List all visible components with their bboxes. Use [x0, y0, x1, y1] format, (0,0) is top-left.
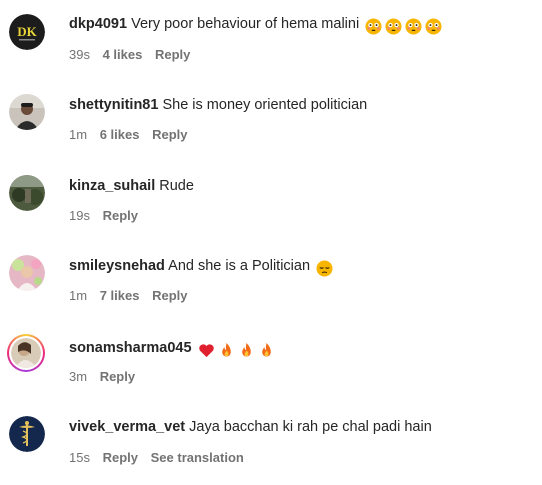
avatar-image: [9, 255, 45, 291]
avatar-image: [9, 94, 45, 130]
comment-item: sonamsharma045 3m Reply: [0, 322, 542, 402]
comment-time: 1m: [69, 127, 88, 142]
flushed-face-icon: [385, 18, 402, 35]
comment-text: She is money oriented politician: [162, 97, 368, 113]
avatar-story-ring[interactable]: [7, 334, 45, 372]
reply-button[interactable]: Reply: [155, 47, 190, 62]
comment-meta: 19s Reply: [69, 208, 147, 224]
avatar-image: [11, 338, 41, 368]
comment-username[interactable]: kinza_suhail: [69, 178, 155, 194]
comment-line: shettynitin81 She is money oriented poli…: [69, 96, 367, 114]
avatar[interactable]: [9, 94, 45, 130]
comment-line: vivek_verma_vet Jaya bacchan ki rah pe c…: [69, 418, 432, 436]
comment-item: smileysnehad And she is a Politician 1m …: [0, 241, 542, 321]
comment-likes[interactable]: 6 likes: [100, 127, 140, 142]
avatar-image: [9, 175, 45, 211]
fire-icon: [221, 342, 231, 357]
comment-text: Very poor behaviour of hema malini: [131, 16, 360, 32]
reply-button[interactable]: Reply: [152, 288, 187, 303]
red-heart-icon: [198, 344, 214, 358]
comment-text: Jaya bacchan ki rah pe chal padi hain: [189, 419, 432, 435]
avatar: [9, 336, 43, 370]
comment-time: 15s: [69, 450, 90, 465]
comment-line: sonamsharma045: [69, 339, 278, 360]
flushed-face-icon: [405, 18, 422, 35]
comment-username[interactable]: vivek_verma_vet: [69, 419, 185, 435]
reply-button[interactable]: Reply: [100, 369, 135, 384]
avatar-image: [9, 416, 45, 452]
avatar[interactable]: DK: [9, 14, 45, 50]
comment-line: dkp4091 Very poor behaviour of hema mali…: [69, 15, 445, 36]
comment-time: 19s: [69, 208, 90, 223]
comment-item: kinza_suhail Rude 19s Reply: [0, 161, 542, 241]
reply-button[interactable]: Reply: [103, 450, 138, 465]
avatar[interactable]: [9, 416, 45, 452]
avatar-image: DK: [9, 14, 45, 50]
comment-text: Rude: [159, 178, 194, 194]
comment-meta: 1m 6 likes Reply: [69, 127, 196, 143]
comment-emojis: [198, 342, 278, 360]
avatar[interactable]: [9, 255, 45, 291]
comment-username[interactable]: shettynitin81: [69, 97, 158, 113]
fire-icon: [241, 342, 251, 357]
comment-time: 3m: [69, 369, 88, 384]
comment-line: smileysnehad And she is a Politician: [69, 257, 336, 278]
comment-username[interactable]: sonamsharma045: [69, 340, 192, 356]
comment-meta: 1m 7 likes Reply: [69, 288, 196, 304]
comment-item: vivek_verma_vet Jaya bacchan ki rah pe c…: [0, 402, 542, 482]
comment-emojis: [365, 18, 445, 36]
comment-username[interactable]: smileysnehad: [69, 258, 165, 274]
comment-text: And she is a Politician: [168, 258, 311, 274]
reply-button[interactable]: Reply: [103, 208, 138, 223]
fire-icon: [261, 342, 271, 357]
comment-item: shettynitin81 She is money oriented poli…: [0, 80, 542, 160]
pensive-face-icon: [316, 260, 333, 277]
comment-likes[interactable]: 4 likes: [103, 47, 143, 62]
comment-meta: 15s Reply See translation: [69, 450, 253, 466]
comment-meta: 3m Reply: [69, 369, 144, 385]
flushed-face-icon: [365, 18, 382, 35]
comment-meta: 39s 4 likes Reply: [69, 47, 199, 63]
comment-item: DK dkp4091 Very poor behaviour of hema m…: [0, 0, 542, 80]
flushed-face-icon: [425, 18, 442, 35]
avatar-logo-text: DK: [17, 24, 37, 39]
see-translation-button[interactable]: See translation: [151, 450, 244, 465]
comment-username[interactable]: dkp4091: [69, 16, 127, 32]
comment-likes[interactable]: 7 likes: [100, 288, 140, 303]
reply-button[interactable]: Reply: [152, 127, 187, 142]
comment-time: 39s: [69, 47, 90, 62]
avatar[interactable]: [9, 175, 45, 211]
comment-line: kinza_suhail Rude: [69, 177, 194, 195]
comment-emojis: [316, 260, 336, 278]
comment-time: 1m: [69, 288, 88, 303]
